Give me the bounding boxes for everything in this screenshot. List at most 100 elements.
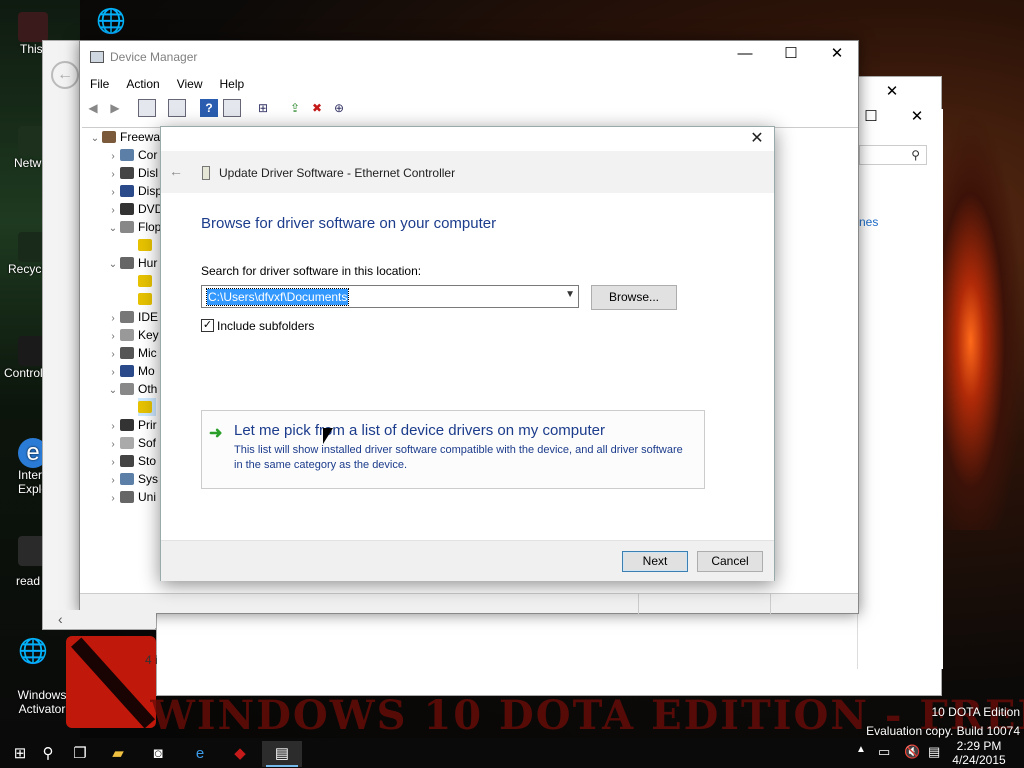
- network-icon[interactable]: ▭: [878, 744, 890, 760]
- help-icon[interactable]: ?: [200, 99, 218, 117]
- other-devices-icon: [120, 383, 134, 395]
- link-text[interactable]: nes: [859, 215, 878, 229]
- chevron-down-icon[interactable]: ▼: [565, 289, 575, 300]
- scan-hardware-icon[interactable]: ⊞: [254, 99, 272, 117]
- status-divider: [770, 594, 771, 614]
- tree-item[interactable]: ⌄ Oth: [106, 380, 158, 400]
- back-arrow-icon[interactable]: ←: [169, 163, 183, 179]
- close-button[interactable]: ✕: [814, 39, 860, 69]
- show-action-pane-icon[interactable]: [223, 99, 241, 117]
- device-manager-taskbar-icon[interactable]: ▤: [262, 741, 302, 767]
- dota-app-icon[interactable]: ◆: [220, 741, 260, 767]
- forward-arrow-icon[interactable]: ▶: [106, 99, 124, 117]
- clock-time: 2:29 PM: [956, 739, 1002, 753]
- back-arrow-icon[interactable]: ◀: [84, 99, 102, 117]
- action-center-icon[interactable]: ▤: [928, 744, 940, 760]
- menu-view[interactable]: View: [167, 73, 210, 91]
- include-subfolders-label[interactable]: Include subfolders: [217, 319, 314, 333]
- tree-item[interactable]: ⌄ Hur: [106, 254, 158, 274]
- collapse-icon[interactable]: ⌄: [106, 256, 120, 274]
- maximize-button[interactable]: ☐: [768, 39, 814, 69]
- task-view-icon[interactable]: ❐: [60, 741, 100, 767]
- horizontal-scrollbar[interactable]: ‹: [44, 610, 156, 628]
- tree-item[interactable]: › Sto: [106, 452, 156, 470]
- enable-device-icon[interactable]: ⊕: [330, 99, 348, 117]
- tree-item-label: Mic: [138, 346, 157, 360]
- system-icon: [120, 473, 134, 485]
- next-button[interactable]: Next: [622, 551, 688, 572]
- globe-icon[interactable]: 🌐: [96, 10, 126, 34]
- close-icon[interactable]: ✕: [894, 102, 940, 132]
- search-icon[interactable]: ⚲: [859, 145, 927, 165]
- back-arrow-icon[interactable]: ←: [51, 61, 79, 89]
- ide-icon: [120, 311, 134, 323]
- menu-help[interactable]: Help: [210, 73, 252, 91]
- cancel-button[interactable]: Cancel: [697, 551, 763, 572]
- tree-item[interactable]: › Disp: [106, 182, 162, 200]
- show-hidden-icons-icon[interactable]: ▲: [856, 744, 866, 755]
- store-icon[interactable]: ◙: [138, 741, 178, 767]
- scroll-left-icon[interactable]: ‹: [58, 611, 63, 627]
- show-hide-console-tree-icon[interactable]: [138, 99, 156, 117]
- menu-action[interactable]: Action: [116, 73, 166, 91]
- tree-item-label: Freewa: [120, 130, 161, 144]
- computer-icon: [120, 149, 134, 161]
- pick-option-title[interactable]: Let me pick from a list of device driver…: [234, 422, 605, 439]
- pick-from-list-option[interactable]: ➜ Let me pick from a list of device driv…: [201, 410, 705, 489]
- tree-item[interactable]: › Mic: [106, 344, 157, 362]
- device-icon: [202, 166, 210, 180]
- include-subfolders-checkbox[interactable]: ✓: [201, 319, 214, 332]
- tree-item[interactable]: [138, 236, 156, 254]
- tree-item[interactable]: › IDE: [106, 308, 158, 326]
- tree-item[interactable]: › Sof: [106, 434, 156, 452]
- menu-file[interactable]: File: [80, 73, 116, 91]
- volume-muted-icon[interactable]: 🔇: [904, 744, 920, 760]
- tree-item[interactable]: [138, 272, 156, 290]
- driver-path-combobox[interactable]: C:\Users\dfvxf\Documents ▼: [201, 285, 579, 308]
- tree-item-selected[interactable]: [138, 398, 156, 416]
- uninstall-icon[interactable]: ✖: [308, 99, 326, 117]
- status-divider: [638, 594, 639, 614]
- tree-item[interactable]: › Prir: [106, 416, 156, 434]
- warning-icon: [138, 239, 152, 251]
- storage-icon: [120, 455, 134, 467]
- tree-item-label: Key: [138, 328, 159, 342]
- background-window-titlebar[interactable]: ☐ ✕: [858, 104, 940, 134]
- tree-item[interactable]: › Disl: [106, 164, 158, 182]
- clock[interactable]: 2:29 PM 4/24/2015: [944, 739, 1014, 767]
- driver-path-value[interactable]: C:\Users\dfvxf\Documents: [205, 288, 350, 306]
- file-explorer-icon[interactable]: ▰: [98, 741, 138, 767]
- tree-item[interactable]: › Uni: [106, 488, 156, 506]
- browse-button[interactable]: Browse...: [591, 285, 677, 310]
- tree-item[interactable]: [138, 290, 156, 308]
- warning-icon: [138, 401, 152, 413]
- tree-item-label: IDE: [138, 310, 159, 324]
- computer-icon: [18, 12, 48, 42]
- tree-item-root[interactable]: ⌄ Freewa: [88, 128, 160, 146]
- tree-item[interactable]: › Cor: [106, 146, 157, 164]
- toolbar: ◀ ▶ ? ⊞ ⇪ ✖ ⊕: [80, 97, 858, 121]
- tree-item[interactable]: › Sys: [106, 470, 158, 488]
- software-device-icon: [120, 437, 134, 449]
- wallpaper-hero-art: [935, 110, 1024, 530]
- collapse-icon[interactable]: ⌄: [106, 220, 120, 238]
- menu-bar: File Action View Help: [80, 73, 858, 95]
- properties-icon[interactable]: [168, 99, 186, 117]
- dialog-close-button[interactable]: ✕: [740, 127, 774, 151]
- collapse-icon[interactable]: ⌄: [106, 382, 120, 400]
- warning-icon: [138, 293, 152, 305]
- internet-explorer-icon[interactable]: e: [180, 741, 220, 767]
- collapse-icon[interactable]: ⌄: [88, 130, 102, 148]
- device-manager-titlebar[interactable]: Device Manager — ☐ ✕: [80, 41, 858, 73]
- update-driver-dialog[interactable]: ✕ ← Update Driver Software - Ethernet Co…: [160, 126, 775, 581]
- tree-item[interactable]: › DVD: [106, 200, 163, 218]
- tree-item[interactable]: › Key: [106, 326, 159, 344]
- tree-item[interactable]: ⌄ Flop: [106, 218, 162, 238]
- update-driver-icon[interactable]: ⇪: [286, 99, 304, 117]
- dialog-footer: Next Cancel: [161, 540, 774, 581]
- expand-icon[interactable]: ›: [106, 490, 120, 508]
- globe-icon[interactable]: 🌐: [18, 640, 48, 664]
- minimize-button[interactable]: —: [722, 39, 768, 69]
- tree-item[interactable]: › Mo: [106, 362, 154, 380]
- window-title: Device Manager: [110, 50, 198, 64]
